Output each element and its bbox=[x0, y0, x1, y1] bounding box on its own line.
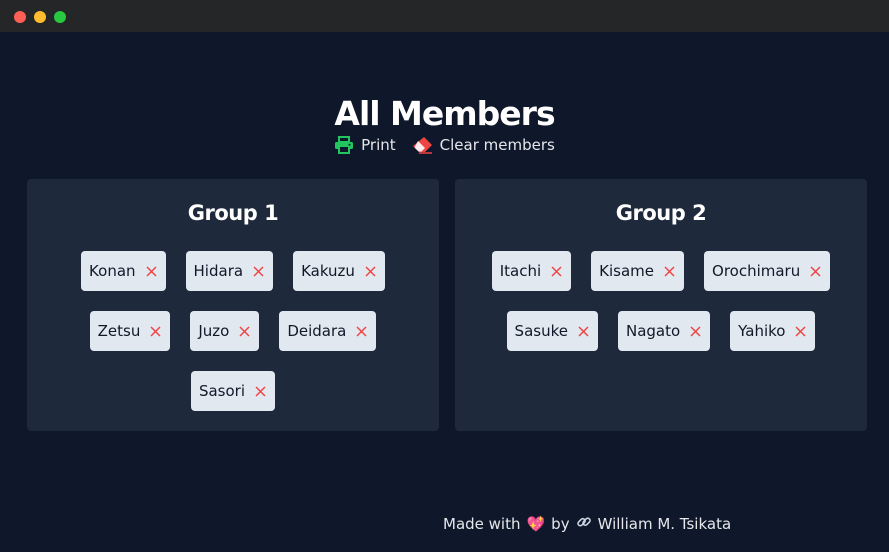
group-2-panel: Group 2 Itachi Kisame Orochimaru Sasuke … bbox=[455, 179, 867, 431]
member-name: Sasuke bbox=[514, 322, 568, 340]
member-name: Nagato bbox=[625, 322, 681, 340]
minimize-window-button[interactable] bbox=[34, 11, 46, 23]
clear-members-label: Clear members bbox=[439, 136, 555, 154]
member-chip[interactable]: Nagato bbox=[617, 311, 711, 351]
member-name: Deidara bbox=[287, 322, 347, 340]
heart-icon: 💖 bbox=[526, 515, 546, 533]
window-titlebar bbox=[0, 0, 889, 32]
member-chip[interactable]: Deidara bbox=[279, 311, 377, 351]
page-title: All Members bbox=[334, 94, 555, 133]
print-label: Print bbox=[361, 136, 396, 154]
group-1-panel: Group 1 Konan Hidara Kakuzu Zetsu Juzo D… bbox=[27, 179, 439, 431]
footer: Made with 💖 by William M. Tsikata bbox=[443, 514, 731, 534]
group-title: Group 2 bbox=[615, 201, 707, 225]
close-icon[interactable] bbox=[578, 325, 589, 337]
member-list: Konan Hidara Kakuzu Zetsu Juzo Deidara S… bbox=[47, 251, 419, 411]
close-icon[interactable] bbox=[690, 325, 701, 337]
author-link[interactable]: William M. Tsikata bbox=[598, 515, 732, 533]
print-button[interactable]: Print bbox=[334, 136, 396, 154]
close-icon[interactable] bbox=[365, 265, 376, 277]
close-icon[interactable] bbox=[255, 385, 266, 397]
link-icon bbox=[576, 514, 592, 534]
close-icon[interactable] bbox=[146, 265, 157, 277]
close-icon[interactable] bbox=[356, 325, 367, 337]
printer-icon bbox=[334, 136, 354, 154]
close-icon[interactable] bbox=[239, 325, 250, 337]
member-name: Itachi bbox=[499, 262, 542, 280]
member-chip[interactable]: Orochimaru bbox=[704, 251, 831, 291]
close-icon[interactable] bbox=[551, 265, 562, 277]
close-icon[interactable] bbox=[253, 265, 264, 277]
member-chip[interactable]: Kakuzu bbox=[293, 251, 385, 291]
member-chip[interactable]: Konan bbox=[81, 251, 166, 291]
member-name: Orochimaru bbox=[712, 262, 801, 280]
zoom-window-button[interactable] bbox=[54, 11, 66, 23]
close-icon[interactable] bbox=[664, 265, 675, 277]
member-chip[interactable]: Zetsu bbox=[89, 311, 171, 351]
member-name: Konan bbox=[89, 262, 136, 280]
member-list: Itachi Kisame Orochimaru Sasuke Nagato Y… bbox=[475, 251, 847, 351]
member-chip[interactable]: Hidara bbox=[185, 251, 274, 291]
close-icon[interactable] bbox=[810, 265, 821, 277]
member-name: Kisame bbox=[599, 262, 655, 280]
member-chip[interactable]: Sasuke bbox=[506, 311, 598, 351]
member-name: Zetsu bbox=[97, 322, 141, 340]
group-title: Group 1 bbox=[187, 201, 279, 225]
member-chip[interactable]: Sasori bbox=[190, 371, 276, 411]
close-icon[interactable] bbox=[150, 325, 161, 337]
member-chip[interactable]: Kisame bbox=[591, 251, 685, 291]
member-name: Kakuzu bbox=[301, 262, 355, 280]
eraser-icon bbox=[412, 136, 433, 154]
footer-by: by bbox=[551, 515, 570, 533]
member-name: Hidara bbox=[193, 262, 244, 280]
footer-made-with: Made with bbox=[443, 515, 521, 533]
member-chip[interactable]: Itachi bbox=[491, 251, 572, 291]
member-name: Yahiko bbox=[738, 322, 786, 340]
member-name: Sasori bbox=[198, 382, 246, 400]
member-chip[interactable]: Yahiko bbox=[730, 311, 816, 351]
member-chip[interactable]: Juzo bbox=[190, 311, 260, 351]
clear-members-button[interactable]: Clear members bbox=[412, 136, 555, 154]
close-icon[interactable] bbox=[795, 325, 806, 337]
close-window-button[interactable] bbox=[14, 11, 26, 23]
member-name: Juzo bbox=[198, 322, 230, 340]
header-actions: Print Clear members bbox=[0, 136, 889, 154]
